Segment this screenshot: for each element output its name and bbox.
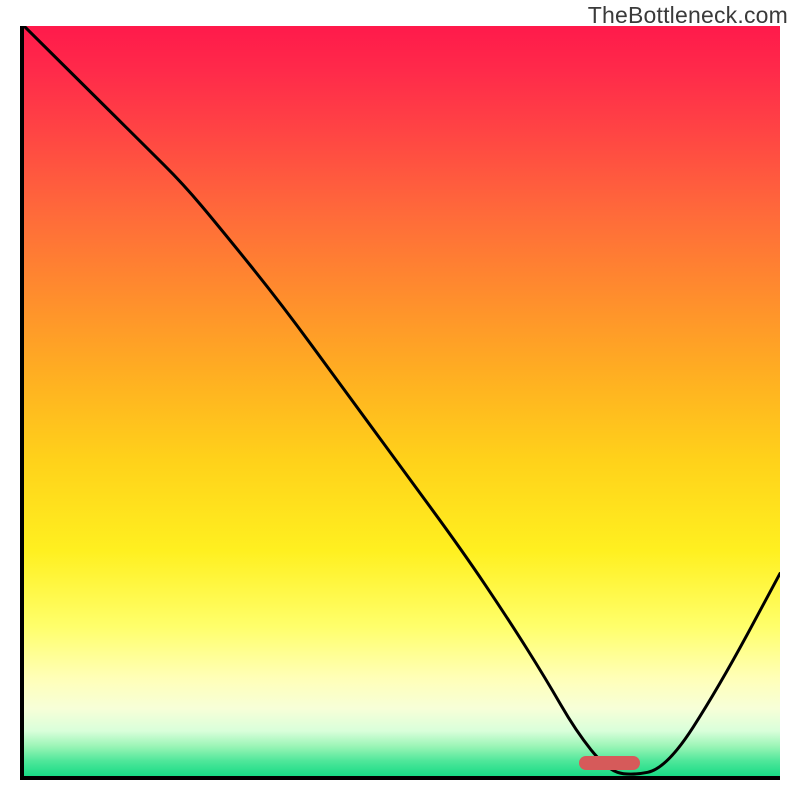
chart-stage: TheBottleneck.com [0, 0, 800, 800]
optimum-marker [579, 756, 640, 770]
bottleneck-curve [24, 26, 780, 776]
watermark-text: TheBottleneck.com [588, 2, 788, 29]
curve-path [24, 26, 780, 774]
plot-area [20, 26, 780, 780]
